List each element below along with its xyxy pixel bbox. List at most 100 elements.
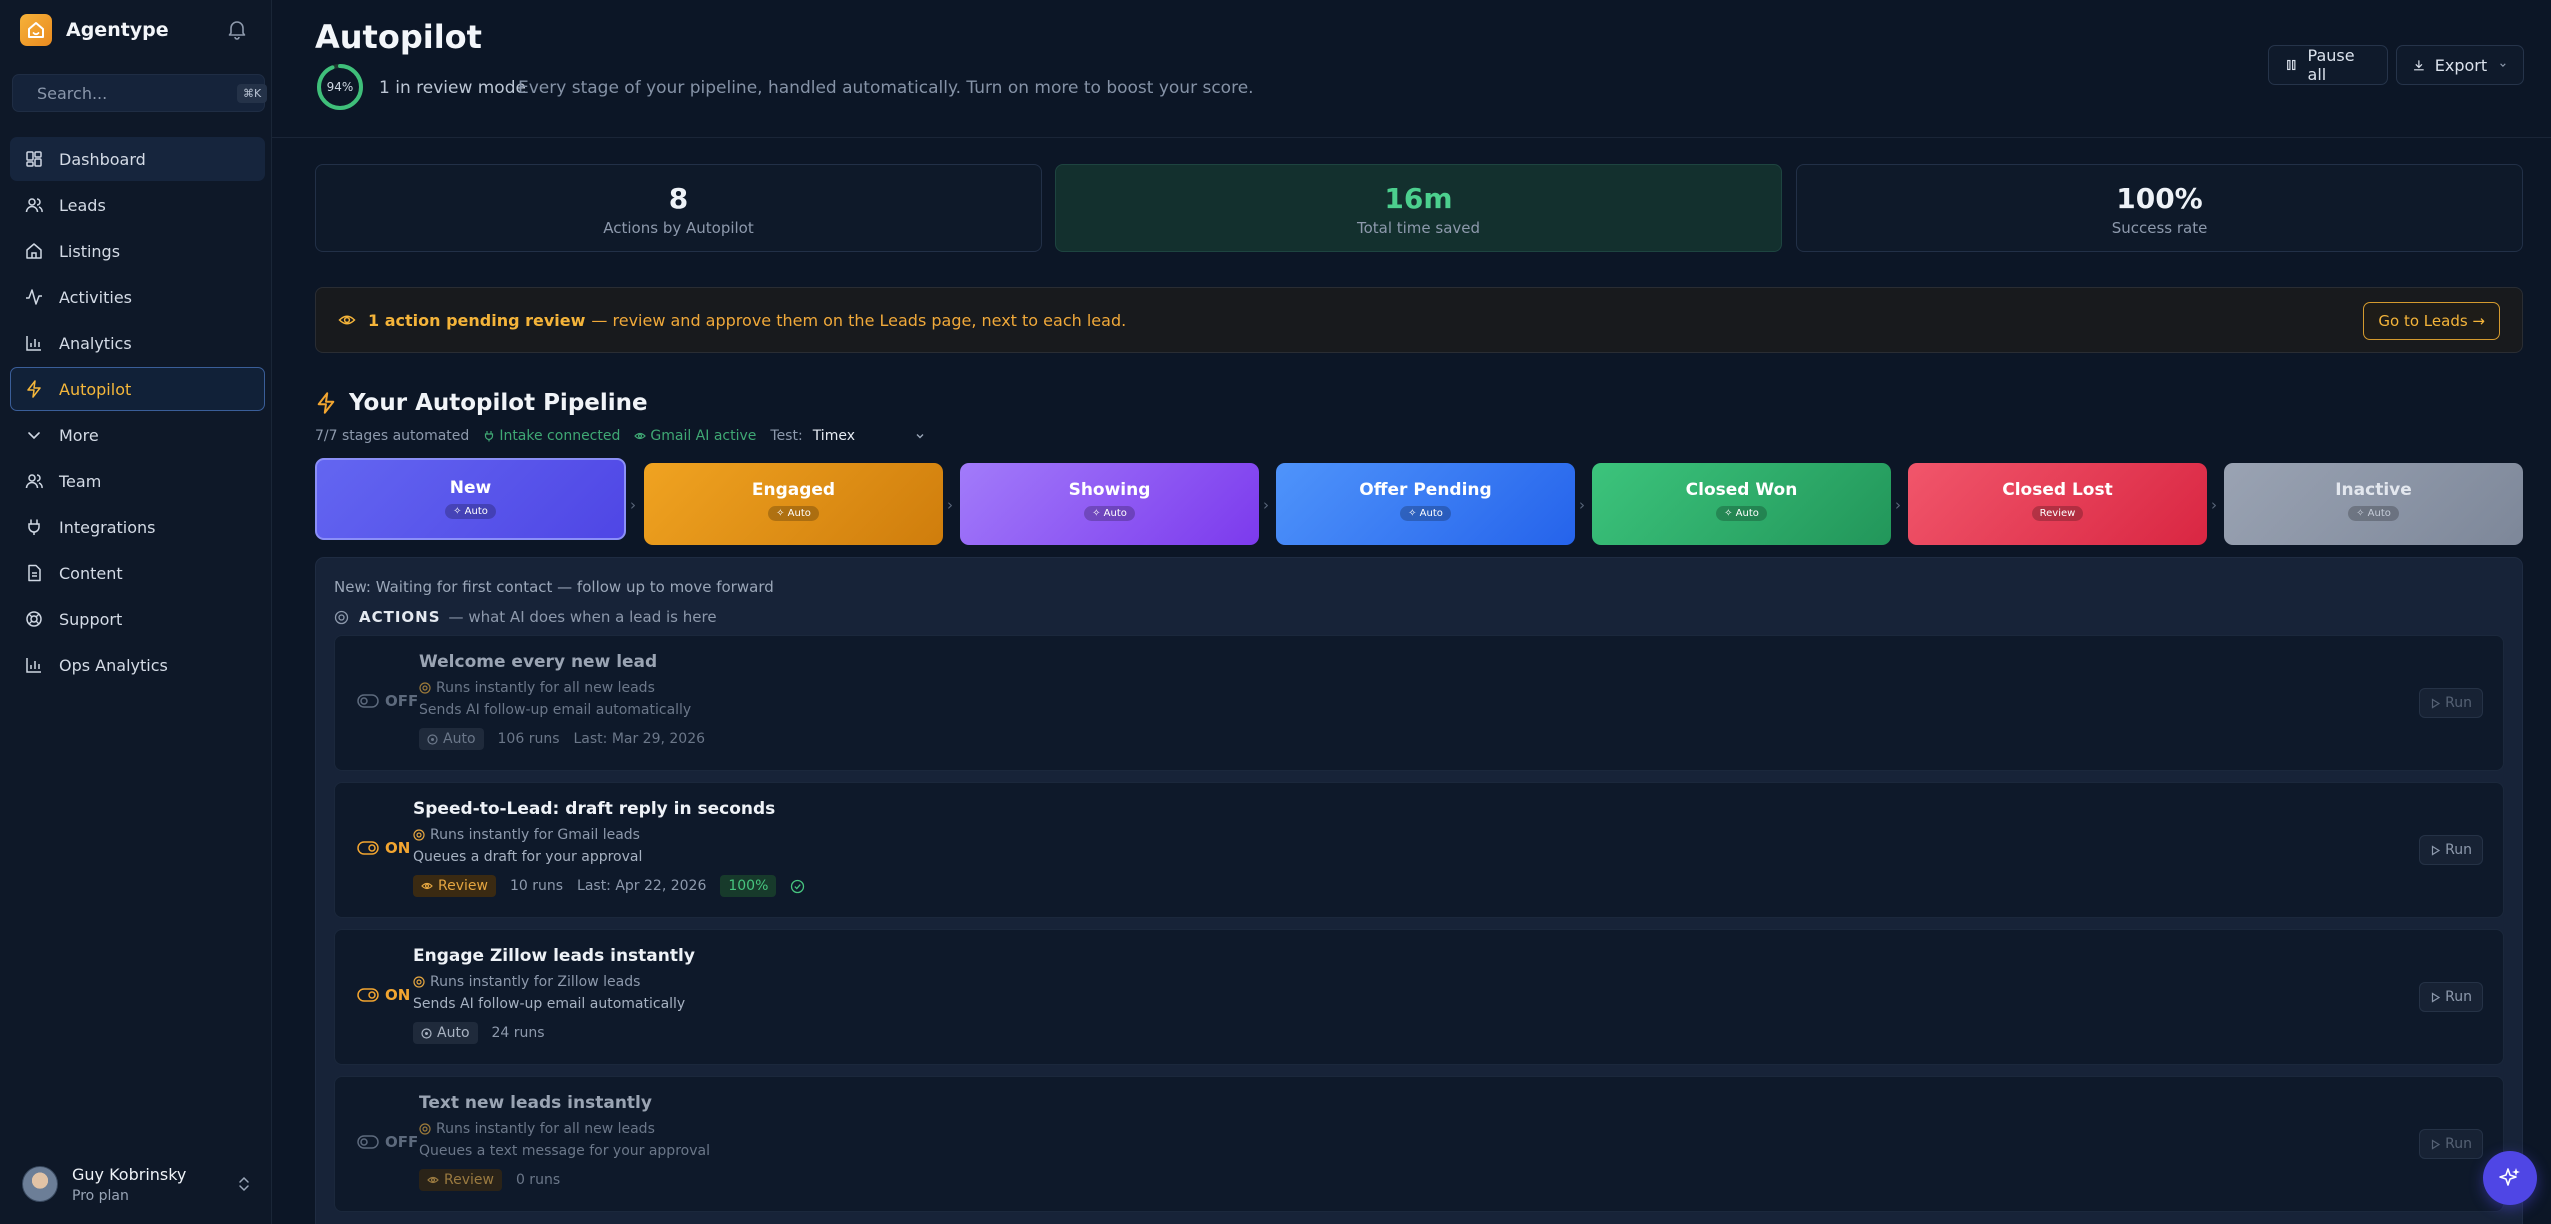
ai-assistant-button[interactable] [2483,1151,2537,1205]
search-input[interactable] [37,83,237,103]
stage-showing[interactable]: Showing ✧ Auto [960,463,1259,545]
sidebar-item-label: More [59,425,99,445]
action-meta: Auto 24 runs [413,1022,695,1044]
stage-name: Showing [1068,480,1151,500]
action-meta: Review 10 runs Last: Apr 22, 2026 100% [413,875,805,897]
radar-icon [413,829,425,841]
mode-chip: Auto [419,728,484,750]
stage-offer-pending[interactable]: Offer Pending ✧ Auto [1276,463,1575,545]
action-card: ON Engage Zillow leads instantly Runs in… [334,929,2504,1065]
header-description: Every stage of your pipeline, handled au… [518,78,1254,98]
sidebar-item-listings[interactable]: Listings [10,229,265,273]
test-label: Test: [770,428,803,444]
search-shortcut-badge: ⌘K [237,83,268,103]
sidebar-item-team[interactable]: Team [10,459,265,503]
sidebar-item-dashboard[interactable]: Dashboard [10,137,265,181]
pending-review-banner: 1 action pending review — review and app… [315,287,2523,353]
toggle-on-icon [357,988,379,1002]
pause-all-button[interactable]: Pause all [2268,45,2388,85]
action-toggle[interactable]: ON [357,839,410,857]
stage-detail-panel: New: Waiting for first contact — follow … [315,557,2523,1224]
stage-name: Offer Pending [1359,480,1492,500]
sidebar-item-activities[interactable]: Activities [10,275,265,319]
user-name: Guy Kobrinsky [72,1164,187,1184]
export-button[interactable]: Export [2396,45,2524,85]
sidebar-item-label: Autopilot [59,379,132,399]
chevron-right-icon: › [947,496,953,514]
document-icon [28,564,41,582]
banner-text: — review and approve them on the Leads p… [591,310,1127,330]
sidebar-item-label: Content [59,563,123,583]
activity-icon [26,289,42,305]
play-icon [2432,697,2441,709]
export-label: Export [2434,55,2488,75]
chevron-down-icon [2500,63,2506,67]
radar-icon [419,1123,431,1135]
test-lead-value: Timex [812,428,855,444]
target-icon [427,733,438,745]
run-button[interactable]: Run [2419,982,2483,1012]
stage-name: Closed Lost [2002,480,2113,500]
run-count: 10 runs [509,878,564,894]
home-icon [26,243,42,259]
stage-badge: Review [2031,506,2084,521]
chevrons-up-down-icon [239,1176,249,1192]
app-name: Agentype [66,19,169,41]
stage-closed-won[interactable]: Closed Won ✧ Auto [1592,463,1891,545]
avatar [22,1166,58,1202]
chevron-right-icon: › [630,496,636,514]
eye-icon [421,882,433,890]
run-button[interactable]: Run [2419,688,2483,718]
bell-icon[interactable] [226,18,248,44]
sidebar-item-more[interactable]: More [10,413,265,457]
sidebar-item-analytics[interactable]: Analytics [10,321,265,365]
stage-engaged[interactable]: Engaged ✧ Auto [644,463,943,545]
user-menu[interactable]: Guy Kobrinsky Pro plan [22,1162,252,1206]
chevron-right-icon: › [1263,496,1269,514]
last-run: Last: Apr 22, 2026 [577,878,707,894]
sidebar-item-label: Team [59,471,102,491]
run-button[interactable]: Run [2419,835,2483,865]
bar-chart-icon [26,658,41,673]
plug-icon [485,431,494,442]
run-count: 106 runs [497,731,560,747]
action-toggle[interactable]: OFF [357,1133,418,1151]
run-button[interactable]: Run [2419,1129,2483,1159]
test-lead-select[interactable]: Timex [813,428,925,444]
action-toggle[interactable]: OFF [357,692,418,710]
actions-subtitle: — what AI does when a lead is here [448,608,717,626]
brand[interactable]: Agentype [20,14,169,46]
stage-new[interactable]: New ✧ Auto [315,458,626,540]
home-logo-icon [20,14,52,46]
stat-label: Total time saved [1356,219,1481,237]
stat-value: 8 [668,182,689,215]
go-to-leads-button[interactable]: Go to Leads → [2363,302,2500,340]
sidebar-item-ops-analytics[interactable]: Ops Analytics [10,643,265,687]
sidebar-item-autopilot[interactable]: Autopilot [10,367,265,411]
run-count: 24 runs [491,1025,545,1041]
sidebar-item-label: Dashboard [59,149,146,169]
sidebar-item-content[interactable]: Content [10,551,265,595]
stage-inactive[interactable]: Inactive ✧ Auto [2224,463,2523,545]
sidebar-item-label: Ops Analytics [59,655,168,675]
eye-icon [634,432,647,440]
sidebar-item-support[interactable]: Support [10,597,265,641]
action-trigger: Runs instantly for Gmail leads [413,827,805,843]
search-box[interactable]: ⌘K [12,74,268,112]
stage-badge: ✧ Auto [1716,506,1767,521]
action-toggle[interactable]: ON [357,986,410,1004]
toggle-on-icon [357,841,379,855]
success-rate-chip: 100% [720,875,777,897]
page-title: Autopilot [315,18,482,56]
stage-badge: ✧ Auto [2348,506,2399,521]
actions-header: ACTIONS — what AI does when a lead is he… [334,608,717,626]
stages-automated: 7/7 stages automated [315,428,470,444]
actions-title: ACTIONS [359,608,441,626]
sidebar-item-integrations[interactable]: Integrations [10,505,265,549]
stage-name: New [449,478,492,498]
sidebar-item-leads[interactable]: Leads [10,183,265,227]
eye-icon [427,1176,439,1184]
stage-closed-lost[interactable]: Closed Lost Review [1908,463,2207,545]
action-title: Engage Zillow leads instantly [413,946,695,966]
plug-icon [28,519,40,535]
